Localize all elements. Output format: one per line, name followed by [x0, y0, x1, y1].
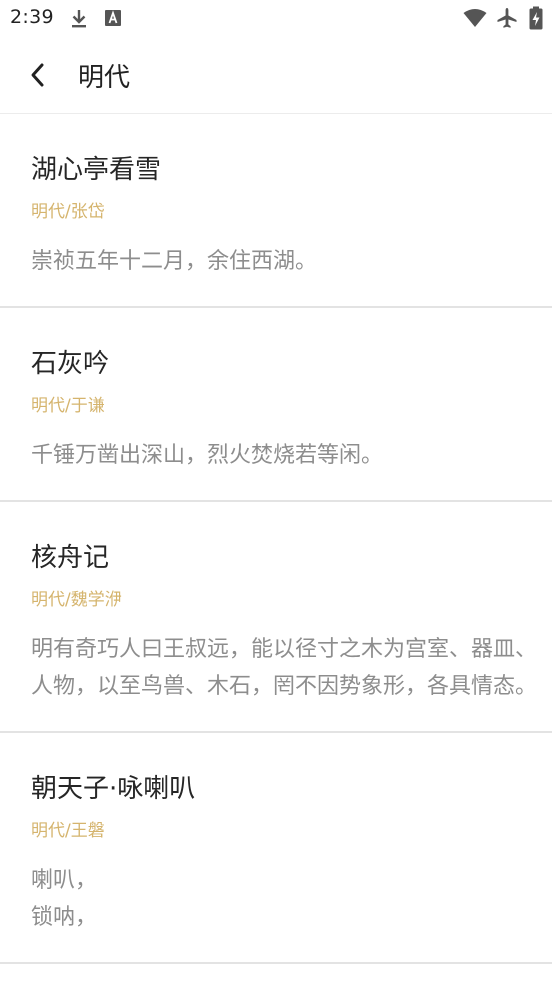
status-time: 2:39 — [10, 6, 54, 28]
back-button[interactable] — [16, 53, 60, 97]
status-bar: 2:39 — [0, 0, 552, 38]
download-icon — [72, 10, 86, 28]
wifi-icon — [463, 9, 487, 27]
poem-excerpt: 明有奇巧人曰王叔远，能以径寸之木为宫室、器皿、人物，以至鸟兽、木石，罔不因势象形… — [31, 637, 538, 699]
poem-author: 明代/魏学洢 — [31, 590, 122, 610]
poem-author: 明代/于谦 — [31, 396, 105, 416]
poem-author: 明代/王磐 — [31, 821, 105, 841]
poem-item[interactable]: 朝天子·咏喇叭 明代/王磐 喇叭， 锁呐， — [0, 733, 552, 964]
poem-excerpt: 千锤万凿出深山，烈火焚烧若等闲。 — [31, 443, 384, 468]
poem-title: 朝天子·咏喇叭 — [31, 774, 196, 804]
font-icon — [105, 10, 121, 26]
poem-title: 核舟记 — [31, 543, 110, 573]
poem-excerpt: 喇叭， 锁呐， — [31, 868, 98, 930]
poem-item[interactable]: 核舟记 明代/魏学洢 明有奇巧人曰王叔远，能以径寸之木为宫室、器皿、人物，以至鸟… — [0, 502, 552, 733]
poem-item[interactable]: 湖心亭看雪 明代/张岱 崇祯五年十二月，余住西湖。 — [0, 114, 552, 308]
battery-charging-icon — [529, 6, 543, 30]
app-bar: 明代 — [0, 38, 552, 114]
poem-excerpt: 崇祯五年十二月，余住西湖。 — [31, 249, 318, 274]
airplane-icon — [497, 8, 517, 28]
chevron-left-icon — [31, 63, 44, 87]
poem-author: 明代/张岱 — [31, 202, 105, 222]
poem-list: 湖心亭看雪 明代/张岱 崇祯五年十二月，余住西湖。 石灰吟 明代/于谦 千锤万凿… — [0, 114, 552, 964]
poem-item[interactable]: 石灰吟 明代/于谦 千锤万凿出深山，烈火焚烧若等闲。 — [0, 308, 552, 502]
page-title: 明代 — [78, 63, 131, 93]
poem-title: 湖心亭看雪 — [31, 155, 162, 185]
screen: 2:39 明代 湖心亭看雪 明代/张岱 崇祯五年十二月，余住西湖。 石灰吟 明代… — [0, 0, 552, 983]
poem-title: 石灰吟 — [31, 349, 110, 379]
